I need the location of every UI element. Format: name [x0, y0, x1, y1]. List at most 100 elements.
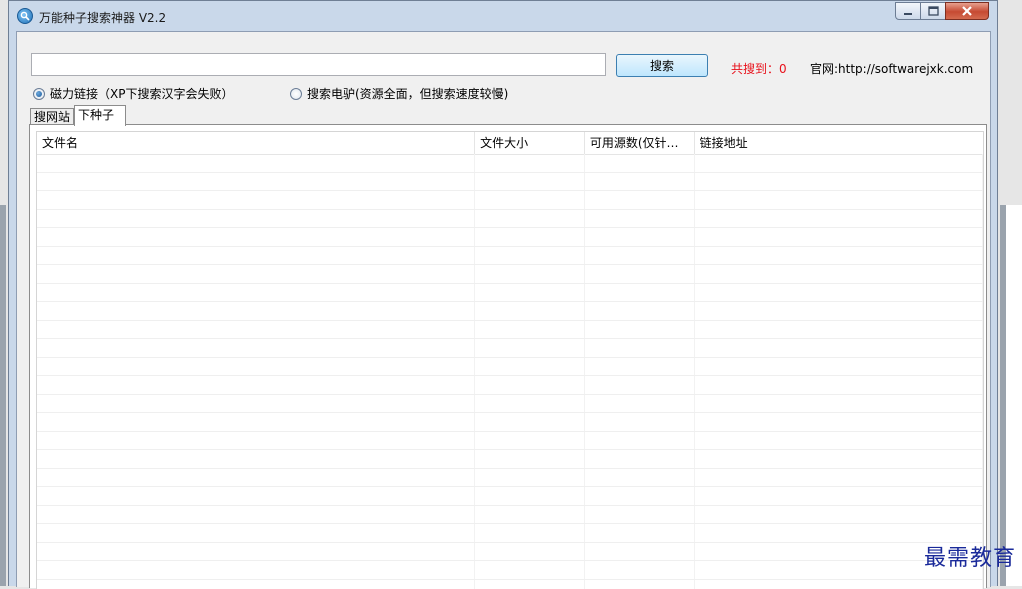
- empty-list-row: [37, 450, 983, 469]
- empty-cell: [585, 543, 695, 561]
- empty-cell: [695, 413, 983, 431]
- empty-list-row: [37, 265, 983, 284]
- empty-cell: [585, 561, 695, 579]
- empty-cell: [475, 395, 585, 413]
- ed2k-option[interactable]: 搜索电驴(资源全面，但搜索速度较慢): [290, 85, 508, 102]
- search-button[interactable]: 搜索: [616, 54, 708, 77]
- empty-cell: [585, 173, 695, 191]
- minimize-button[interactable]: [895, 2, 921, 20]
- ed2k-radio[interactable]: [290, 88, 302, 100]
- empty-cell: [585, 339, 695, 357]
- empty-cell: [585, 487, 695, 505]
- empty-cell: [585, 228, 695, 246]
- empty-list-row: [37, 413, 983, 432]
- empty-cell: [585, 154, 695, 172]
- empty-list-row: [37, 284, 983, 303]
- empty-cell: [695, 339, 983, 357]
- result-count-label: 共搜到：0: [731, 60, 787, 77]
- maximize-button[interactable]: [920, 2, 946, 20]
- empty-list-row: [37, 302, 983, 321]
- ed2k-option-label: 搜索电驴(资源全面，但搜索速度较慢): [307, 85, 508, 102]
- empty-list-row: [37, 228, 983, 247]
- empty-cell: [585, 358, 695, 376]
- window-controls: [895, 2, 989, 20]
- empty-cell: [695, 154, 983, 172]
- empty-cell: [37, 450, 475, 468]
- empty-cell: [475, 228, 585, 246]
- empty-cell: [585, 376, 695, 394]
- column-header-link[interactable]: 链接地址: [695, 132, 983, 154]
- close-button[interactable]: [945, 2, 989, 20]
- empty-cell: [475, 358, 585, 376]
- empty-list-row: [37, 173, 983, 192]
- website-label: 官网:http://softwarejxk.com: [810, 60, 973, 77]
- empty-list-row: [37, 358, 983, 377]
- empty-list-row: [37, 395, 983, 414]
- empty-cell: [695, 395, 983, 413]
- empty-list-row: [37, 487, 983, 506]
- empty-cell: [695, 191, 983, 209]
- empty-cell: [475, 284, 585, 302]
- magnet-option[interactable]: 磁力链接（XP下搜索汉字会失败）: [33, 85, 233, 102]
- empty-cell: [37, 487, 475, 505]
- empty-cell: [475, 321, 585, 339]
- empty-cell: [475, 450, 585, 468]
- empty-cell: [695, 284, 983, 302]
- magnet-option-label: 磁力链接（XP下搜索汉字会失败）: [50, 85, 233, 102]
- empty-cell: [37, 210, 475, 228]
- empty-cell: [37, 265, 475, 283]
- empty-cell: [695, 265, 983, 283]
- empty-cell: [37, 432, 475, 450]
- results-list[interactable]: 文件名 文件大小 可用源数(仅针… 链接地址: [36, 131, 984, 589]
- empty-cell: [585, 580, 695, 589]
- empty-list-row: [37, 524, 983, 543]
- empty-cell: [585, 506, 695, 524]
- empty-cell: [585, 432, 695, 450]
- empty-cell: [37, 173, 475, 191]
- empty-list-row: [37, 376, 983, 395]
- empty-cell: [475, 413, 585, 431]
- empty-cell: [37, 191, 475, 209]
- empty-cell: [37, 339, 475, 357]
- empty-cell: [695, 469, 983, 487]
- empty-cell: [585, 469, 695, 487]
- empty-cell: [585, 450, 695, 468]
- column-header-sources[interactable]: 可用源数(仅针…: [585, 132, 695, 154]
- window-title: 万能种子搜索神器 V2.2: [39, 9, 166, 26]
- empty-cell: [585, 321, 695, 339]
- empty-cell: [475, 469, 585, 487]
- empty-cell: [695, 524, 983, 542]
- empty-cell: [475, 543, 585, 561]
- empty-cell: [37, 376, 475, 394]
- empty-list-row: [37, 469, 983, 488]
- empty-cell: [695, 432, 983, 450]
- empty-cell: [585, 247, 695, 265]
- empty-cell: [37, 228, 475, 246]
- empty-cell: [475, 302, 585, 320]
- list-header: 文件名 文件大小 可用源数(仅针… 链接地址: [37, 132, 983, 155]
- empty-cell: [475, 173, 585, 191]
- empty-cell: [37, 561, 475, 579]
- empty-cell: [37, 580, 475, 589]
- empty-cell: [475, 506, 585, 524]
- empty-cell: [37, 302, 475, 320]
- magnet-radio[interactable]: [33, 88, 45, 100]
- empty-cell: [585, 302, 695, 320]
- empty-cell: [37, 154, 475, 172]
- empty-cell: [37, 524, 475, 542]
- column-header-filename[interactable]: 文件名: [37, 132, 475, 154]
- empty-cell: [695, 580, 983, 589]
- empty-cell: [695, 302, 983, 320]
- empty-cell: [475, 247, 585, 265]
- empty-cell: [37, 247, 475, 265]
- tab-download-torrents[interactable]: 下种子: [74, 105, 126, 126]
- empty-cell: [585, 413, 695, 431]
- search-input[interactable]: [31, 53, 606, 76]
- empty-cell: [695, 228, 983, 246]
- column-header-filesize[interactable]: 文件大小: [475, 132, 585, 154]
- tab-search-sites[interactable]: 搜网站: [30, 108, 74, 125]
- empty-cell: [475, 561, 585, 579]
- empty-cell: [475, 265, 585, 283]
- empty-cell: [695, 210, 983, 228]
- title-bar[interactable]: 万能种子搜索神器 V2.2: [9, 1, 997, 31]
